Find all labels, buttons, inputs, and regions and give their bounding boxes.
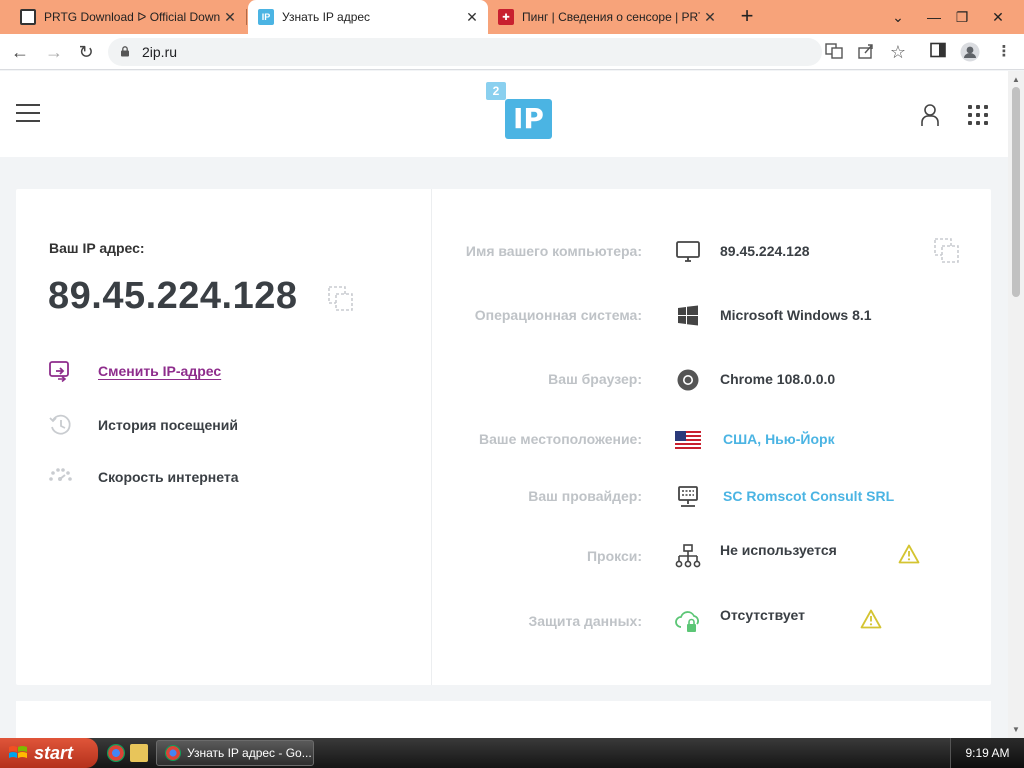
page-viewport: 2 IP Ваш IP адрес: 89.45.224.128 Сменить… (0, 71, 1008, 738)
restore-icon[interactable]: ❐ (944, 0, 980, 34)
detail-row-os: Операционная система: Microsoft Windows … (432, 301, 991, 331)
change-ip-action[interactable]: Сменить IP-адрес (48, 359, 221, 383)
new-tab-button[interactable]: + (736, 5, 758, 28)
tab-prtg-download[interactable]: PRTG Download ᐅ Official Down ✕ (10, 0, 247, 34)
logo-main-badge: IP (505, 99, 552, 139)
scroll-down-icon[interactable]: ▼ (1012, 725, 1020, 734)
address-bar[interactable]: 2ip.ru (108, 38, 822, 66)
share-icon[interactable] (856, 42, 876, 62)
copy-icon[interactable] (328, 286, 354, 312)
change-ip-link[interactable]: Сменить IP-адрес (98, 363, 221, 379)
detail-key: Защита данных: (528, 613, 643, 629)
chrome-icon (677, 369, 699, 391)
task-title: Узнать IP адрес - Go... (187, 746, 312, 760)
page-scrollbar[interactable]: ▲ ▼ (1008, 71, 1024, 738)
detail-key: Операционная система: (474, 307, 642, 323)
warning-icon (898, 544, 920, 564)
user-icon[interactable] (918, 103, 942, 127)
cloud-lock-icon (675, 611, 699, 632)
windows-flag-icon (9, 746, 27, 758)
detail-row-provider: Ваш провайдер: SC Romscot Consult SRL (432, 482, 991, 512)
detail-value: 89.45.224.128 (720, 243, 810, 259)
tab-2ip-active[interactable]: IP Узнать IP адрес ✕ (248, 0, 488, 34)
site-header: 2 IP (0, 71, 1008, 157)
start-label: start (34, 742, 74, 763)
history-icon (49, 414, 71, 435)
provider-link[interactable]: SC Romscot Consult SRL (723, 488, 894, 504)
reload-icon[interactable]: ↻ (74, 41, 98, 63)
taskbar-chrome-window[interactable]: Узнать IP адрес - Go... (156, 740, 314, 766)
visit-history-action[interactable]: История посещений (48, 413, 238, 437)
ip-label: Ваш IP адрес: (49, 240, 145, 256)
translate-icon[interactable] (824, 42, 844, 62)
close-tab-icon[interactable]: ✕ (700, 9, 720, 26)
detail-row-location: Ваше местоположение: США, Нью-Йорк (432, 425, 991, 455)
warning-icon (860, 609, 882, 629)
windows-icon (678, 305, 698, 326)
detail-row-computer-name: Имя вашего компьютера: 89.45.224.128 (432, 237, 991, 267)
2ip-favicon: IP (258, 9, 274, 25)
back-arrow-icon[interactable]: ← (8, 41, 32, 63)
detail-value: Microsoft Windows 8.1 (720, 307, 872, 323)
tab-strip: PRTG Download ᐅ Official Down ✕ IP Узнат… (0, 0, 1024, 34)
detail-key: Ваш браузер: (548, 371, 642, 387)
profile-avatar-icon[interactable] (960, 42, 980, 62)
tab-search-chevron-icon[interactable]: ⌄ (880, 0, 916, 34)
copy-icon[interactable] (934, 238, 960, 264)
tab-title: Пинг | Сведения о сенсоре | PRT (522, 10, 700, 24)
taskbar: start Узнать IP адрес - Go... 9:19 AM (0, 738, 1024, 768)
close-tab-icon[interactable]: ✕ (462, 9, 482, 26)
prtg-favicon (20, 9, 36, 25)
ip-info-card: Ваш IP адрес: 89.45.224.128 Сменить IP-а… (16, 189, 991, 685)
scroll-thumb[interactable] (1012, 87, 1020, 297)
url-text: 2ip.ru (142, 44, 178, 60)
kebab-menu-icon[interactable]: ⋮ (994, 42, 1014, 62)
start-button[interactable]: start (0, 738, 98, 768)
close-tab-icon[interactable]: ✕ (220, 9, 240, 26)
chrome-quicklaunch-icon[interactable] (107, 744, 125, 762)
monitor-icon (676, 241, 700, 262)
hamburger-menu-icon[interactable] (16, 104, 40, 122)
detail-row-data-protection: Защита данных: Отсутствует (432, 607, 991, 637)
chrome-icon (165, 745, 181, 761)
detail-value: Не используется (720, 542, 837, 558)
internet-speed-label[interactable]: Скорость интернета (98, 469, 239, 485)
tab-title: PRTG Download ᐅ Official Down (44, 10, 220, 24)
bookmark-star-icon[interactable]: ☆ (888, 42, 908, 62)
detail-key: Ваше местоположение: (479, 431, 642, 447)
detail-key: Ваш провайдер: (528, 488, 642, 504)
clock[interactable]: 9:19 AM (965, 746, 1009, 760)
internet-speed-action[interactable]: Скорость интернета (48, 465, 239, 489)
explorer-quicklaunch-icon[interactable] (130, 744, 148, 762)
logo-small-badge: 2 (486, 82, 506, 100)
apps-grid-icon[interactable] (968, 105, 990, 127)
detail-row-proxy: Прокси: Не используется (432, 542, 991, 572)
next-section-card (16, 701, 991, 738)
site-logo[interactable]: 2 IP (486, 82, 552, 140)
prtg-red-favicon: ✚ (498, 9, 514, 25)
system-tray: 9:19 AM (950, 738, 1024, 768)
detail-row-browser: Ваш браузер: Chrome 108.0.0.0 (432, 365, 991, 395)
side-panel-icon[interactable] (928, 42, 948, 62)
detail-value: Отсутствует (720, 607, 805, 623)
switch-ip-icon (49, 361, 69, 383)
ip-address-value[interactable]: 89.45.224.128 (48, 275, 298, 318)
detail-key: Прокси: (586, 548, 642, 564)
tab-title: Узнать IP адрес (282, 10, 371, 24)
server-icon (678, 486, 698, 507)
scroll-up-icon[interactable]: ▲ (1012, 75, 1020, 84)
us-flag-icon (675, 431, 701, 449)
detail-value: Chrome 108.0.0.0 (720, 371, 836, 387)
visit-history-label[interactable]: История посещений (98, 417, 238, 433)
speed-icon (49, 468, 72, 481)
tab-prtg-ping[interactable]: ✚ Пинг | Сведения о сенсоре | PRT ✕ (488, 0, 726, 34)
proxy-icon (675, 544, 701, 568)
forward-arrow-icon[interactable]: → (42, 41, 66, 63)
close-window-icon[interactable]: ✕ (980, 0, 1016, 34)
location-link[interactable]: США, Нью-Йорк (723, 431, 835, 447)
browser-toolbar: ← → ↻ 2ip.ru ☆ ⋮ (0, 34, 1024, 70)
lock-icon (121, 46, 129, 57)
detail-key: Имя вашего компьютера: (465, 243, 642, 259)
